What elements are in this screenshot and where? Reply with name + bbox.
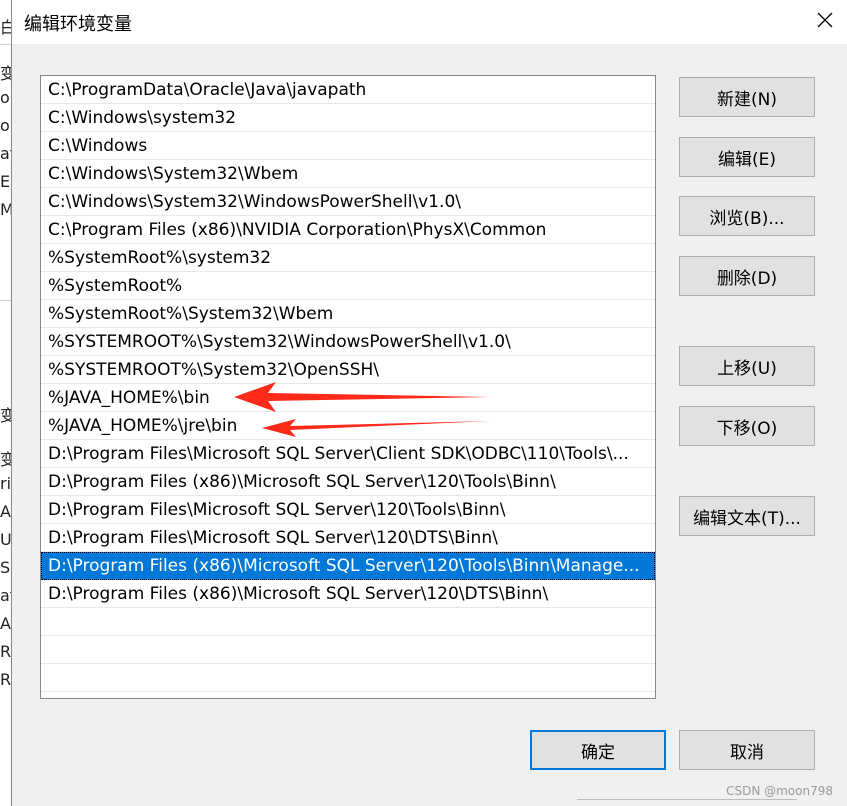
list-item[interactable]: C:\Program Files (x86)\NVIDIA Corporatio… xyxy=(41,216,655,244)
list-item[interactable]: %SYSTEMROOT%\System32\WindowsPowerShell\… xyxy=(41,328,655,356)
background-frame xyxy=(577,799,797,806)
close-button[interactable] xyxy=(802,0,847,44)
title-bar[interactable]: 编辑环境变量 xyxy=(12,0,847,44)
list-item[interactable]: D:\Program Files\Microsoft SQL Server\12… xyxy=(41,496,655,524)
ok-button[interactable]: 确定 xyxy=(530,730,666,770)
empty-list-row[interactable] xyxy=(41,664,655,692)
red-arrow-icon xyxy=(262,419,490,437)
list-item[interactable]: D:\Program Files (x86)\Microsoft SQL Ser… xyxy=(41,468,655,496)
watermark: CSDN @moon798 xyxy=(726,784,833,798)
red-arrow-icon xyxy=(234,382,490,412)
edit-button[interactable]: 编辑(E) xyxy=(679,137,815,177)
close-icon xyxy=(817,12,833,32)
browse-button[interactable]: 浏览(B)... xyxy=(679,196,815,236)
list-item[interactable]: C:\Windows\System32\Wbem xyxy=(41,160,655,188)
list-item[interactable]: %SystemRoot%\system32 xyxy=(41,244,655,272)
edit-text-button[interactable]: 编辑文本(T)... xyxy=(679,496,815,536)
move-down-button[interactable]: 下移(O) xyxy=(679,406,815,446)
list-item[interactable]: %SystemRoot%\System32\Wbem xyxy=(41,300,655,328)
new-button[interactable]: 新建(N) xyxy=(679,77,815,117)
dialog-title: 编辑环境变量 xyxy=(24,14,132,35)
move-up-button[interactable]: 上移(U) xyxy=(679,346,815,386)
annotation-arrows xyxy=(234,382,490,437)
cancel-button[interactable]: 取消 xyxy=(679,730,815,770)
empty-list-row[interactable] xyxy=(41,636,655,664)
list-item[interactable]: C:\Windows\System32\WindowsPowerShell\v1… xyxy=(41,188,655,216)
empty-list-row[interactable] xyxy=(41,608,655,636)
delete-button[interactable]: 删除(D) xyxy=(679,256,815,296)
list-item[interactable]: C:\Windows\system32 xyxy=(41,104,655,132)
list-item[interactable]: C:\ProgramData\Oracle\Java\javapath xyxy=(41,76,655,104)
list-item[interactable]: %SystemRoot% xyxy=(41,272,655,300)
list-item[interactable]: D:\Program Files\Microsoft SQL Server\Cl… xyxy=(41,440,655,468)
list-item[interactable]: C:\Windows xyxy=(41,132,655,160)
edit-env-var-dialog: 编辑环境变量 C:\ProgramData\Oracle\Java\javapa… xyxy=(11,0,847,806)
list-item[interactable]: D:\Program Files (x86)\Microsoft SQL Ser… xyxy=(41,552,655,580)
list-item[interactable]: D:\Program Files\Microsoft SQL Server\12… xyxy=(41,524,655,552)
list-item[interactable]: D:\Program Files (x86)\Microsoft SQL Ser… xyxy=(41,580,655,608)
